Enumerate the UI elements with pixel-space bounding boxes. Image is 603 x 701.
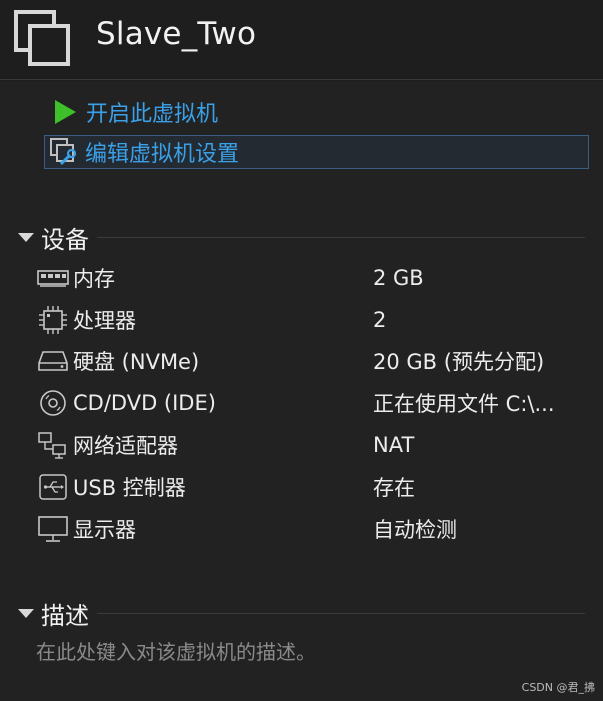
edit-vm-settings-link[interactable]: 编辑虚拟机设置 [44, 135, 589, 169]
cd-dvd-icon [36, 388, 70, 418]
device-name: USB 控制器 [73, 476, 186, 500]
power-on-vm-link[interactable]: 开启此虚拟机 [50, 95, 218, 129]
section-divider [97, 236, 585, 238]
vm-header: Slave_Two [0, 0, 603, 80]
device-name: 硬盘 (NVMe) [73, 350, 200, 374]
collapse-triangle-icon[interactable] [18, 608, 34, 618]
edit-vm-settings-label: 编辑虚拟机设置 [85, 142, 240, 167]
device-name: CD/DVD (IDE) [73, 391, 216, 415]
device-row-display[interactable]: 显示器 自动检测 [36, 511, 596, 547]
devices-heading: 设备 [41, 225, 89, 254]
display-icon [36, 514, 70, 544]
collapse-triangle-icon[interactable] [18, 232, 34, 242]
device-value: 正在使用文件 C:\... [373, 392, 555, 416]
device-value: 2 GB [373, 266, 424, 290]
power-on-vm-label: 开启此虚拟机 [86, 102, 219, 127]
device-name: 处理器 [73, 309, 136, 333]
device-row-usb-controller[interactable]: USB 控制器 存在 [36, 469, 596, 505]
memory-icon [36, 263, 70, 293]
device-row-network-adapter[interactable]: 网络适配器 NAT [36, 427, 596, 463]
settings-wrench-icon [49, 137, 79, 167]
device-name: 内存 [73, 267, 115, 291]
hard-disk-icon [36, 346, 70, 376]
device-value: 20 GB (预先分配) [373, 350, 545, 374]
device-name: 显示器 [73, 518, 136, 542]
devices-section-header[interactable]: 设备 [18, 222, 585, 254]
section-divider [97, 612, 585, 614]
device-row-cd-dvd[interactable]: CD/DVD (IDE) 正在使用文件 C:\... [36, 385, 596, 421]
device-name: 网络适配器 [73, 434, 178, 458]
device-value: 自动检测 [373, 518, 457, 542]
device-row-processor[interactable]: 处理器 2 [36, 302, 596, 338]
device-row-hard-disk[interactable]: 硬盘 (NVMe) 20 GB (预先分配) [36, 343, 596, 379]
watermark: CSDN @君_拂 [521, 681, 595, 694]
device-value: 存在 [373, 476, 415, 500]
device-value: NAT [373, 433, 415, 457]
description-input[interactable]: 在此处键入对该虚拟机的描述。 [36, 636, 316, 665]
network-adapter-icon [36, 430, 70, 460]
virtual-machine-icon [14, 10, 70, 66]
device-row-memory[interactable]: 内存 2 GB [36, 260, 596, 296]
description-section-header[interactable]: 描述 [18, 598, 585, 630]
description-heading: 描述 [41, 601, 89, 630]
play-icon [50, 97, 80, 127]
vm-title: Slave_Two [96, 16, 257, 52]
device-value: 2 [373, 308, 387, 332]
usb-icon [36, 472, 70, 502]
cpu-icon [36, 305, 70, 335]
